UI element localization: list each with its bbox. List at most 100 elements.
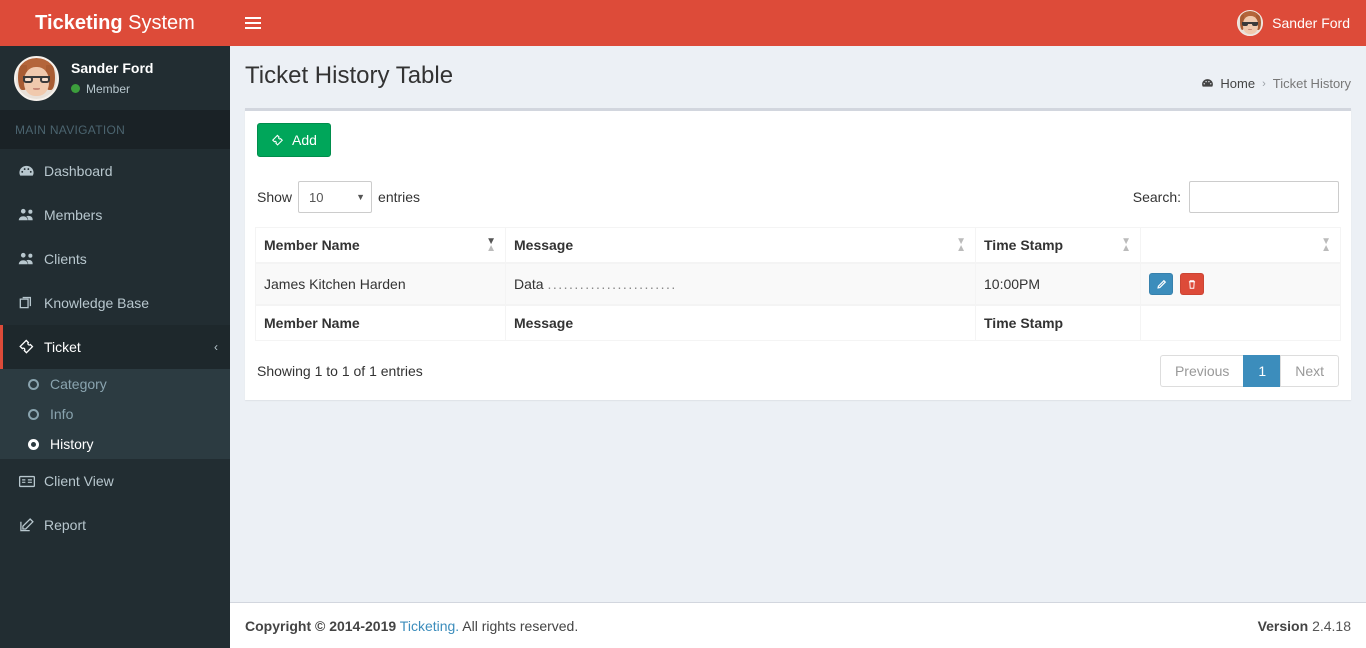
column-header-message[interactable]: Message ▼ ▲ xyxy=(505,227,976,264)
breadcrumb-separator: › xyxy=(1262,77,1266,90)
ticket-icon xyxy=(271,134,285,147)
book-icon xyxy=(18,295,44,311)
app-logo[interactable]: Ticketing System xyxy=(0,0,230,46)
table-body: James Kitchen Harden Data ..............… xyxy=(255,262,1341,306)
add-button[interactable]: Add xyxy=(257,123,331,157)
sidebar: Sander Ford Member MAIN NAVIGATION Dashb… xyxy=(0,46,230,648)
cell-message: Data ........................ xyxy=(505,262,976,306)
sidebar-item-label: Client View xyxy=(44,473,114,489)
sidebar-item-client-view[interactable]: Client View xyxy=(0,459,230,503)
sidebar-submenu-ticket: Category Info History xyxy=(0,369,230,459)
pagination-next[interactable]: Next xyxy=(1280,355,1339,387)
users-icon xyxy=(18,251,44,267)
footer-column-actions xyxy=(1140,304,1341,341)
footer-version: Version 2.4.18 xyxy=(1258,618,1351,634)
logo-bold: Ticketing xyxy=(35,12,123,34)
avatar xyxy=(1237,10,1264,36)
delete-row-button[interactable] xyxy=(1179,273,1204,295)
search-input[interactable] xyxy=(1189,181,1339,213)
column-header-member-name[interactable]: Member Name ▼ ▲ xyxy=(255,227,506,264)
edit-row-button[interactable] xyxy=(1149,273,1173,295)
navbar-user-name: Sander Ford xyxy=(1272,15,1350,31)
column-header-actions[interactable]: ▼ ▲ xyxy=(1140,227,1341,264)
sidebar-item-label: Clients xyxy=(44,251,87,267)
content-header: Ticket History Table Home › Ticket Histo… xyxy=(230,46,1366,102)
sidebar-subitem-label: Category xyxy=(50,376,107,392)
breadcrumb: Home › Ticket History xyxy=(1201,76,1351,91)
sidebar-item-report[interactable]: Report xyxy=(0,503,230,547)
sidebar-subitem-category[interactable]: Category xyxy=(0,369,230,399)
pagination-previous[interactable]: Previous xyxy=(1159,355,1244,387)
datatable-length-control: Show 10 ▼ entries xyxy=(257,181,420,213)
datatable-card: Add Show 10 ▼ entries Search: Member Nam… xyxy=(245,108,1351,400)
navbar-user-menu[interactable]: Sander Ford xyxy=(1227,0,1366,46)
circle-o-icon xyxy=(28,408,50,420)
column-header-label: Time Stamp xyxy=(984,237,1064,253)
add-button-label: Add xyxy=(292,132,317,148)
sidebar-item-label: Report xyxy=(44,517,87,533)
app-root: Ticketing System Sander Ford Sander Ford… xyxy=(0,0,1366,648)
datatable-controls: Show 10 ▼ entries Search: xyxy=(255,181,1341,213)
sidebar-item-members[interactable]: Members xyxy=(0,193,230,237)
cell-time-stamp: 10:00PM xyxy=(975,262,1141,306)
table-row: James Kitchen Harden Data ..............… xyxy=(255,262,1341,306)
sidebar-section-header: MAIN NAVIGATION xyxy=(0,111,230,149)
avatar xyxy=(14,55,59,101)
sidebar-item-dashboard[interactable]: Dashboard xyxy=(0,149,230,193)
logo-light: System xyxy=(128,12,195,34)
sort-icon: ▼ ▲ xyxy=(956,236,966,254)
sort-icon: ▼ ▲ xyxy=(1321,236,1331,254)
sidebar-user-name: Sander Ford xyxy=(71,59,154,76)
ticket-icon xyxy=(18,339,44,355)
sort-icon: ▼ ▲ xyxy=(1121,236,1131,254)
column-header-label: Message xyxy=(514,237,574,253)
length-label-after: entries xyxy=(378,189,421,205)
length-label-before: Show xyxy=(257,189,293,205)
sidebar-subitem-label: History xyxy=(50,436,94,452)
menu-toggle-icon[interactable] xyxy=(230,0,276,46)
sidebar-subitem-info[interactable]: Info xyxy=(0,399,230,429)
datatable-footer: Showing 1 to 1 of 1 entries Previous 1 N… xyxy=(255,355,1341,387)
sidebar-item-label: Dashboard xyxy=(44,163,113,179)
table-header-row: Member Name ▼ ▲ Message ▼ ▲ Time Stamp ▼ ▲ xyxy=(255,227,1341,264)
sidebar-user-status: Member xyxy=(71,81,153,97)
footer-brand-link[interactable]: Ticketing. xyxy=(400,618,459,634)
footer-rights-text: All rights reserved. xyxy=(459,617,579,634)
sidebar-item-label: Knowledge Base xyxy=(44,295,150,311)
entries-per-page-select[interactable]: 10 xyxy=(298,181,373,213)
sidebar-user-status-label: Member xyxy=(86,81,131,96)
cell-message-text: Data xyxy=(514,276,544,292)
pagination: Previous 1 Next xyxy=(1159,355,1339,387)
footer-column-member-name: Member Name xyxy=(255,304,506,341)
breadcrumb-home-label: Home xyxy=(1220,76,1256,91)
footer-version-label: Version xyxy=(1257,617,1309,634)
sidebar-subitem-label: Info xyxy=(50,406,74,422)
sidebar-item-clients[interactable]: Clients xyxy=(0,237,230,281)
page-footer: Copyright © 2014-2019 Ticketing. All rig… xyxy=(230,602,1366,648)
table-foot: Member Name Message Time Stamp xyxy=(255,304,1341,341)
sort-icon: ▼ ▲ xyxy=(486,236,496,254)
sidebar-item-knowledge-base[interactable]: Knowledge Base xyxy=(0,281,230,325)
top-navbar: Sander Ford xyxy=(230,0,1366,46)
cell-actions xyxy=(1140,262,1341,306)
users-icon xyxy=(18,207,44,223)
pencil-icon xyxy=(1156,279,1167,290)
ticket-history-table: Member Name ▼ ▲ Message ▼ ▲ Time Stamp ▼ ▲ xyxy=(255,227,1341,341)
sidebar-subitem-history[interactable]: History xyxy=(0,429,230,459)
datatable-search-control: Search: xyxy=(1133,181,1339,213)
footer-copyright: Copyright © 2014-2019 Ticketing. All rig… xyxy=(245,618,578,634)
circle-o-icon xyxy=(28,378,50,390)
page-title: Ticket History Table xyxy=(245,62,454,89)
status-dot-icon xyxy=(71,84,80,94)
column-header-time-stamp[interactable]: Time Stamp ▼ ▲ xyxy=(975,227,1141,264)
edit-icon xyxy=(18,517,44,533)
sidebar-item-ticket[interactable]: Ticket ‹ xyxy=(0,325,230,369)
dashboard-icon xyxy=(18,163,44,180)
column-header-label: Member Name xyxy=(264,237,360,253)
footer-version-number: 2.4.18 xyxy=(1312,617,1351,634)
breadcrumb-current: Ticket History xyxy=(1272,76,1351,91)
breadcrumb-home[interactable]: Home xyxy=(1201,76,1255,91)
sidebar-user-panel: Sander Ford Member xyxy=(0,46,230,111)
pagination-page-1[interactable]: 1 xyxy=(1243,355,1281,387)
chevron-left-icon: ‹ xyxy=(214,340,218,354)
